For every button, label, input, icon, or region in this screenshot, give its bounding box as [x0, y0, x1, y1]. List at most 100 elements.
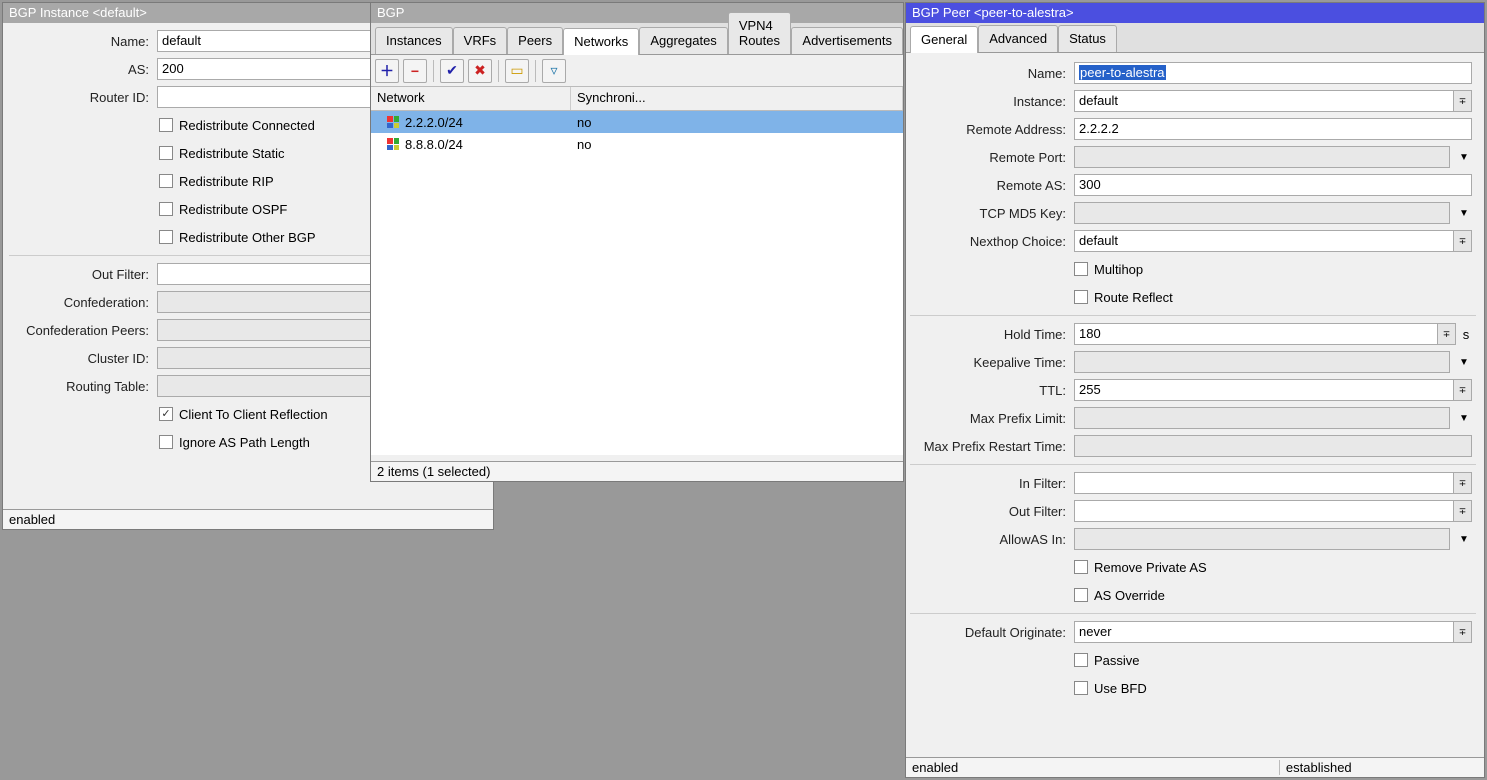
input-infilter[interactable]	[1074, 472, 1454, 494]
input-remaddr[interactable]: 2.2.2.2	[1074, 118, 1472, 140]
unit-sec: s	[1460, 327, 1472, 342]
tab-vrfs[interactable]: VRFs	[453, 27, 508, 54]
label-allowas: AllowAS In:	[914, 532, 1070, 547]
input-hold[interactable]: 180	[1074, 323, 1438, 345]
networks-table[interactable]: 2.2.2.0/24 no 8.8.8.0/24 no	[371, 111, 903, 455]
tab-status[interactable]: Status	[1058, 25, 1117, 52]
lbl-redist-static: Redistribute Static	[179, 146, 285, 161]
lbl-multihop: Multihop	[1094, 262, 1143, 277]
tab-adv[interactable]: Advertisements	[791, 27, 903, 54]
input-deforig[interactable]: never	[1074, 621, 1454, 643]
cb-redist-other[interactable]	[159, 230, 173, 244]
label-ttl: TTL:	[914, 383, 1070, 398]
nexthop-dropdown-icon[interactable]: ∓	[1454, 230, 1472, 252]
input-peer-name[interactable]: peer-to-alestra	[1074, 62, 1472, 84]
add-button[interactable]: ＋	[375, 59, 399, 83]
label-remaddr: Remote Address:	[914, 122, 1070, 137]
cb-redist-rip[interactable]	[159, 174, 173, 188]
cb-usebfd[interactable]	[1074, 681, 1088, 695]
label-routingtable: Routing Table:	[13, 379, 153, 394]
cb-asoverride[interactable]	[1074, 588, 1088, 602]
lbl-redist-rip: Redistribute RIP	[179, 174, 274, 189]
label-outfilter2: Out Filter:	[914, 504, 1070, 519]
remove-button[interactable]: −	[403, 59, 427, 83]
label-clusterid: Cluster ID:	[13, 351, 153, 366]
comment-button[interactable]: ▭	[505, 59, 529, 83]
label-name: Name:	[13, 34, 153, 49]
input-ttl[interactable]: 255	[1074, 379, 1454, 401]
cb-redist-connected[interactable]	[159, 118, 173, 132]
cb-redist-ospf[interactable]	[159, 202, 173, 216]
bgp-tabs: Instances VRFs Peers Networks Aggregates…	[371, 23, 903, 55]
tab-networks[interactable]: Networks	[563, 28, 639, 55]
bgp-instance-status: enabled	[9, 512, 55, 527]
table-row[interactable]: 8.8.8.0/24 no	[371, 133, 903, 155]
peer-status-left: enabled	[912, 760, 1280, 775]
label-outfilter: Out Filter:	[13, 267, 153, 282]
label-confed: Confederation:	[13, 295, 153, 310]
instance-dropdown-icon[interactable]: ∓	[1454, 90, 1472, 112]
lbl-usebfd: Use BFD	[1094, 681, 1147, 696]
maxpref-dropdown-icon[interactable]: ▼	[1456, 407, 1472, 429]
input-nexthop[interactable]: default	[1074, 230, 1454, 252]
tab-aggregates[interactable]: Aggregates	[639, 27, 728, 54]
col-sync[interactable]: Synchroni...	[571, 87, 903, 110]
cb-ignoreas[interactable]	[159, 435, 173, 449]
cb-multihop[interactable]	[1074, 262, 1088, 276]
label-infilter: In Filter:	[914, 476, 1070, 491]
allowas-dropdown-icon[interactable]: ▼	[1456, 528, 1472, 550]
lbl-removepriv: Remove Private AS	[1094, 560, 1207, 575]
infilter-dropdown-icon[interactable]: ∓	[1454, 472, 1472, 494]
label-as: AS:	[13, 62, 153, 77]
input-keep[interactable]	[1074, 351, 1450, 373]
keep-dropdown-icon[interactable]: ▼	[1456, 351, 1472, 373]
col-network[interactable]: Network	[371, 87, 571, 110]
enable-button[interactable]: ✔	[440, 59, 464, 83]
table-row[interactable]: 2.2.2.0/24 no	[371, 111, 903, 133]
lbl-ignoreas: Ignore AS Path Length	[179, 435, 310, 450]
cb-passive[interactable]	[1074, 653, 1088, 667]
input-instance[interactable]: default	[1074, 90, 1454, 112]
lbl-redist-other: Redistribute Other BGP	[179, 230, 316, 245]
lbl-passive: Passive	[1094, 653, 1140, 668]
tcpkey-dropdown-icon[interactable]: ▼	[1456, 202, 1472, 224]
label-nexthop: Nexthop Choice:	[914, 234, 1070, 249]
hold-dropdown-icon[interactable]: ∓	[1438, 323, 1456, 345]
label-maxprefrst: Max Prefix Restart Time:	[914, 439, 1070, 454]
cb-removepriv[interactable]	[1074, 560, 1088, 574]
label-remport: Remote Port:	[914, 150, 1070, 165]
cb-redist-static[interactable]	[159, 146, 173, 160]
tab-general[interactable]: General	[910, 26, 978, 53]
tab-peers[interactable]: Peers	[507, 27, 563, 54]
lbl-rr: Route Reflect	[1094, 290, 1173, 305]
filter-button[interactable]: ▿	[542, 59, 566, 83]
label-confedpeers: Confederation Peers:	[13, 323, 153, 338]
network-icon	[387, 116, 399, 128]
label-peer-name: Name:	[914, 66, 1070, 81]
input-allowas[interactable]	[1074, 528, 1450, 550]
label-deforig: Default Originate:	[914, 625, 1070, 640]
tab-vpn4[interactable]: VPN4 Routes	[728, 12, 792, 54]
label-tcpkey: TCP MD5 Key:	[914, 206, 1070, 221]
input-tcpkey[interactable]	[1074, 202, 1450, 224]
bgp-peer-title: BGP Peer <peer-to-alestra>	[906, 3, 1484, 23]
remport-dropdown-icon[interactable]: ▼	[1456, 146, 1472, 168]
ttl-dropdown-icon[interactable]: ∓	[1454, 379, 1472, 401]
deforig-dropdown-icon[interactable]: ∓	[1454, 621, 1472, 643]
label-remas: Remote AS:	[914, 178, 1070, 193]
lbl-c2c: Client To Client Reflection	[179, 407, 328, 422]
lbl-asoverride: AS Override	[1094, 588, 1165, 603]
tab-instances[interactable]: Instances	[375, 27, 453, 54]
input-remas[interactable]: 300	[1074, 174, 1472, 196]
label-instance: Instance:	[914, 94, 1070, 109]
input-maxpref[interactable]	[1074, 407, 1450, 429]
disable-button[interactable]: ✖	[468, 59, 492, 83]
input-maxprefrst[interactable]	[1074, 435, 1472, 457]
label-routerid: Router ID:	[13, 90, 153, 105]
tab-advanced[interactable]: Advanced	[978, 25, 1058, 52]
cb-c2c[interactable]	[159, 407, 173, 421]
input-remport[interactable]	[1074, 146, 1450, 168]
outfilter2-dropdown-icon[interactable]: ∓	[1454, 500, 1472, 522]
input-outfilter2[interactable]	[1074, 500, 1454, 522]
cb-rr[interactable]	[1074, 290, 1088, 304]
